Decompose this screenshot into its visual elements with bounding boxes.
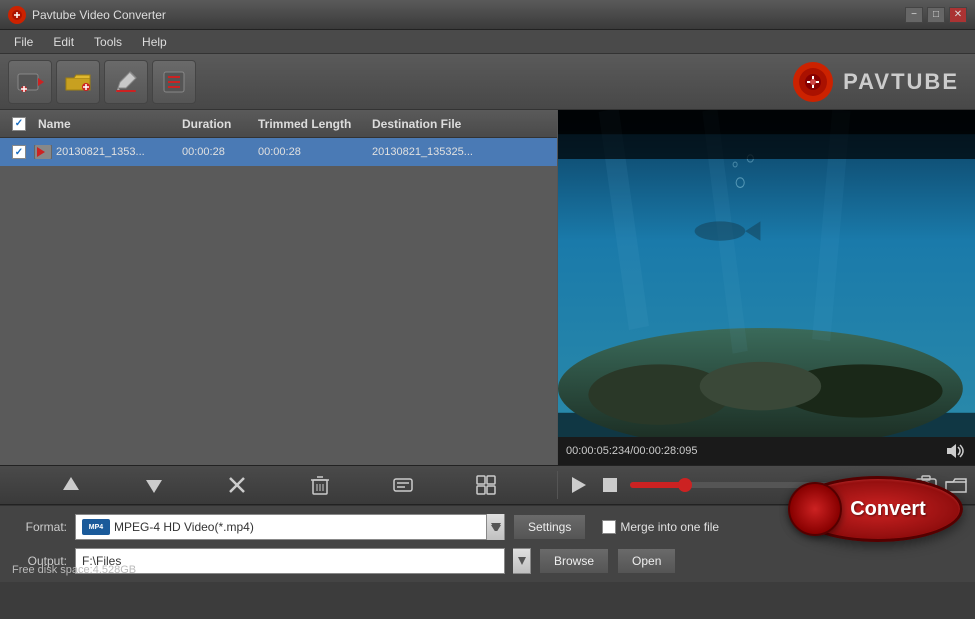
toolbar: PAVTUBE	[0, 54, 975, 110]
row-duration: 00:00:28	[182, 146, 258, 158]
stop-button[interactable]	[598, 473, 622, 497]
title-bar: Pavtube Video Converter − □ ✕	[0, 0, 975, 30]
merge-option: Merge into one file	[602, 520, 719, 534]
row-name: 20130821_1353...	[56, 146, 182, 158]
video-placeholder	[558, 110, 975, 437]
clear-button[interactable]	[306, 471, 334, 499]
col-name-header: Name	[34, 117, 182, 131]
format-icon-area: MP4 MPEG-4 HD Video(*.mp4)	[82, 519, 254, 535]
window-controls: − □ ✕	[905, 7, 967, 23]
minimize-button[interactable]: −	[905, 7, 923, 23]
open-button[interactable]: Open	[617, 548, 676, 574]
list-button[interactable]	[152, 60, 196, 104]
move-up-button[interactable]	[57, 471, 85, 499]
maximize-button[interactable]: □	[927, 7, 945, 23]
preview-area: 00:00:05:234/00:00:28:095	[558, 110, 975, 465]
delete-button[interactable]	[223, 471, 251, 499]
subtitle-button[interactable]	[389, 471, 417, 499]
timestamp-text: 00:00:05:234/00:00:28:095	[566, 445, 698, 457]
format-label: Format:	[12, 520, 67, 534]
merge-label: Merge into one file	[620, 520, 719, 534]
logo-icon	[791, 60, 835, 104]
menu-file[interactable]: File	[4, 33, 43, 51]
play-button[interactable]	[566, 473, 590, 497]
move-down-button[interactable]	[140, 471, 168, 499]
bottom-controls: Format: MP4 MPEG-4 HD Video(*.mp4) Setti…	[0, 505, 975, 582]
row-checkbox[interactable]	[12, 145, 26, 159]
menu-help[interactable]: Help	[132, 33, 177, 51]
file-icon	[34, 145, 52, 159]
toolbar-left	[8, 60, 196, 104]
format-value: MPEG-4 HD Video(*.mp4)	[114, 520, 254, 534]
row-dest: 20130821_135325...	[372, 146, 553, 158]
title-text: Pavtube Video Converter	[32, 8, 166, 22]
row-trimmed: 00:00:28	[258, 146, 372, 158]
main-content: Name Duration Trimmed Length Destination…	[0, 110, 975, 465]
merge-list-button[interactable]	[472, 471, 500, 499]
free-disk-space: Free disk space:4.528GB	[12, 564, 136, 576]
menu-bar: File Edit Tools Help	[0, 30, 975, 54]
table-header: Name Duration Trimmed Length Destination…	[0, 110, 557, 138]
list-controls	[0, 471, 558, 499]
seek-handle[interactable]	[678, 478, 692, 492]
title-bar-left: Pavtube Video Converter	[8, 6, 166, 24]
col-trimmed-header: Trimmed Length	[258, 117, 372, 131]
file-list-area: Name Duration Trimmed Length Destination…	[0, 110, 558, 465]
convert-text: Convert	[850, 498, 926, 521]
pavtube-logo: PAVTUBE	[791, 60, 959, 104]
header-checkbox[interactable]	[12, 117, 26, 131]
convert-button[interactable]: Convert	[793, 476, 963, 542]
menu-edit[interactable]: Edit	[43, 33, 84, 51]
add-folder-button[interactable]	[56, 60, 100, 104]
output-row: Output: F:\Files Browse Open	[12, 548, 963, 574]
output-dropdown-arrow[interactable]	[513, 548, 531, 574]
seek-progress	[630, 482, 685, 488]
convert-section: Convert	[793, 476, 963, 542]
logo-text: PAVTUBE	[843, 69, 959, 95]
table-body: 20130821_1353... 00:00:28 00:00:28 20130…	[0, 138, 557, 465]
col-duration-header: Duration	[182, 117, 258, 131]
merge-checkbox[interactable]	[602, 520, 616, 534]
format-select[interactable]: MP4 MPEG-4 HD Video(*.mp4)	[75, 514, 505, 540]
mp4-icon: MP4	[82, 519, 110, 535]
app-icon	[8, 6, 26, 24]
browse-button[interactable]: Browse	[539, 548, 609, 574]
format-dropdown-arrow[interactable]	[486, 514, 504, 540]
add-video-button[interactable]	[8, 60, 52, 104]
col-dest-header: Destination File	[372, 117, 553, 131]
volume-icon[interactable]	[947, 441, 967, 461]
output-path-input[interactable]: F:\Files	[75, 548, 505, 574]
menu-tools[interactable]: Tools	[84, 33, 132, 51]
close-button[interactable]: ✕	[949, 7, 967, 23]
table-row[interactable]: 20130821_1353... 00:00:28 00:00:28 20130…	[0, 138, 557, 166]
video-preview	[558, 110, 975, 437]
video-timestamp: 00:00:05:234/00:00:28:095	[558, 437, 975, 465]
edit-button[interactable]	[104, 60, 148, 104]
settings-button[interactable]: Settings	[513, 514, 586, 540]
